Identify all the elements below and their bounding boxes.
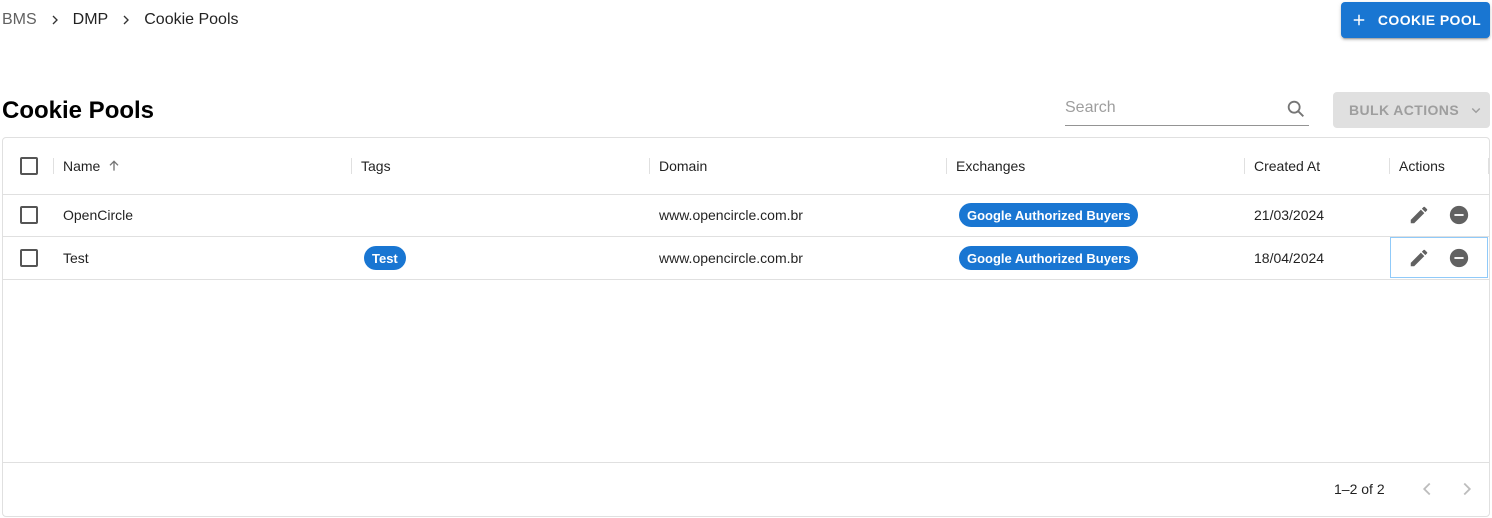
add-cookie-pool-button[interactable]: COOKIE POOL (1341, 2, 1490, 38)
focused-actions-cell (1390, 237, 1488, 278)
column-header-domain-label: Domain (659, 158, 708, 174)
row-tags: Test (364, 237, 406, 279)
column-header-tags-label: Tags (361, 158, 391, 174)
chevron-down-icon (1471, 107, 1481, 114)
column-header-created-at-label: Created At (1254, 158, 1321, 174)
column-header-name[interactable]: Name (63, 138, 122, 194)
select-all-checkbox[interactable] (20, 157, 38, 175)
column-separator[interactable] (351, 158, 352, 174)
row-domain: www.opencircle.com.br (659, 250, 803, 266)
edit-button[interactable] (1407, 246, 1431, 270)
search-icon[interactable] (1285, 98, 1307, 120)
chevron-right-icon (37, 12, 73, 28)
column-header-exchanges[interactable]: Exchanges (956, 138, 1025, 194)
breadcrumb-item-dmp[interactable]: DMP (73, 11, 109, 29)
breadcrumb: BMS DMP Cookie Pools (2, 10, 239, 30)
row-name: OpenCircle (63, 207, 134, 223)
row-checkbox[interactable] (20, 206, 38, 224)
search-input[interactable] (1065, 93, 1275, 123)
exchange-chip: Google Authorized Buyers (959, 203, 1139, 227)
cookie-pools-table: Name Tags Domain Exchanges Created At Ac… (2, 137, 1490, 517)
next-page-button[interactable] (1455, 477, 1479, 501)
column-separator[interactable] (1389, 158, 1390, 174)
column-header-actions-label: Actions (1399, 158, 1445, 174)
chevron-right-icon (1463, 482, 1472, 496)
sort-ascending-icon[interactable] (106, 158, 122, 174)
pencil-icon (1410, 249, 1428, 267)
column-separator[interactable] (946, 158, 947, 174)
edit-button[interactable] (1407, 203, 1431, 227)
previous-page-button[interactable] (1415, 477, 1439, 501)
column-header-created-at[interactable]: Created At (1254, 138, 1320, 194)
row-exchanges: Google Authorized Buyers (959, 194, 1139, 236)
column-separator[interactable] (53, 158, 54, 174)
pagination-text: 1–2 of 2 (1334, 481, 1385, 497)
row-created-at: 18/04/2024 (1254, 250, 1325, 266)
search-field (1065, 93, 1309, 126)
tag-chip: Test (364, 246, 406, 270)
row-domain: www.opencircle.com.br (659, 207, 803, 223)
remove-button[interactable] (1447, 246, 1471, 270)
column-header-actions: Actions (1399, 138, 1445, 194)
bulk-actions-button[interactable]: BULK ACTIONS (1333, 92, 1490, 128)
remove-button[interactable] (1447, 203, 1471, 227)
page-title: Cookie Pools (2, 97, 155, 124)
row-name: Test (63, 250, 89, 266)
breadcrumb-item-bms[interactable]: BMS (2, 11, 37, 29)
bulk-actions-label: BULK ACTIONS (1349, 102, 1460, 118)
pencil-icon (1410, 206, 1428, 224)
column-separator (1488, 158, 1489, 174)
chevron-left-icon (1422, 482, 1431, 496)
column-header-domain[interactable]: Domain (659, 138, 707, 194)
breadcrumb-item-cookie-pools: Cookie Pools (144, 11, 239, 28)
minus-circle-icon (1449, 205, 1469, 225)
column-separator[interactable] (649, 158, 650, 174)
table-row[interactable]: OpenCircle www.opencircle.com.br Google … (3, 194, 1489, 237)
chevron-right-icon (108, 12, 144, 28)
table-header: Name Tags Domain Exchanges Created At Ac… (3, 138, 1489, 195)
row-checkbox[interactable] (20, 249, 38, 267)
plus-icon (1353, 14, 1365, 26)
exchange-chip: Google Authorized Buyers (959, 246, 1139, 270)
column-header-name-label: Name (63, 158, 101, 174)
row-created-at: 21/03/2024 (1254, 207, 1325, 223)
table-footer: 1–2 of 2 (3, 462, 1489, 516)
minus-circle-icon (1449, 248, 1469, 268)
column-header-exchanges-label: Exchanges (956, 158, 1026, 174)
column-header-tags[interactable]: Tags (361, 138, 391, 194)
table-row[interactable]: Test Test www.opencircle.com.br Google A… (3, 237, 1489, 280)
column-separator[interactable] (1244, 158, 1245, 174)
add-cookie-pool-label: COOKIE POOL (1377, 12, 1482, 28)
row-exchanges: Google Authorized Buyers (959, 237, 1139, 279)
